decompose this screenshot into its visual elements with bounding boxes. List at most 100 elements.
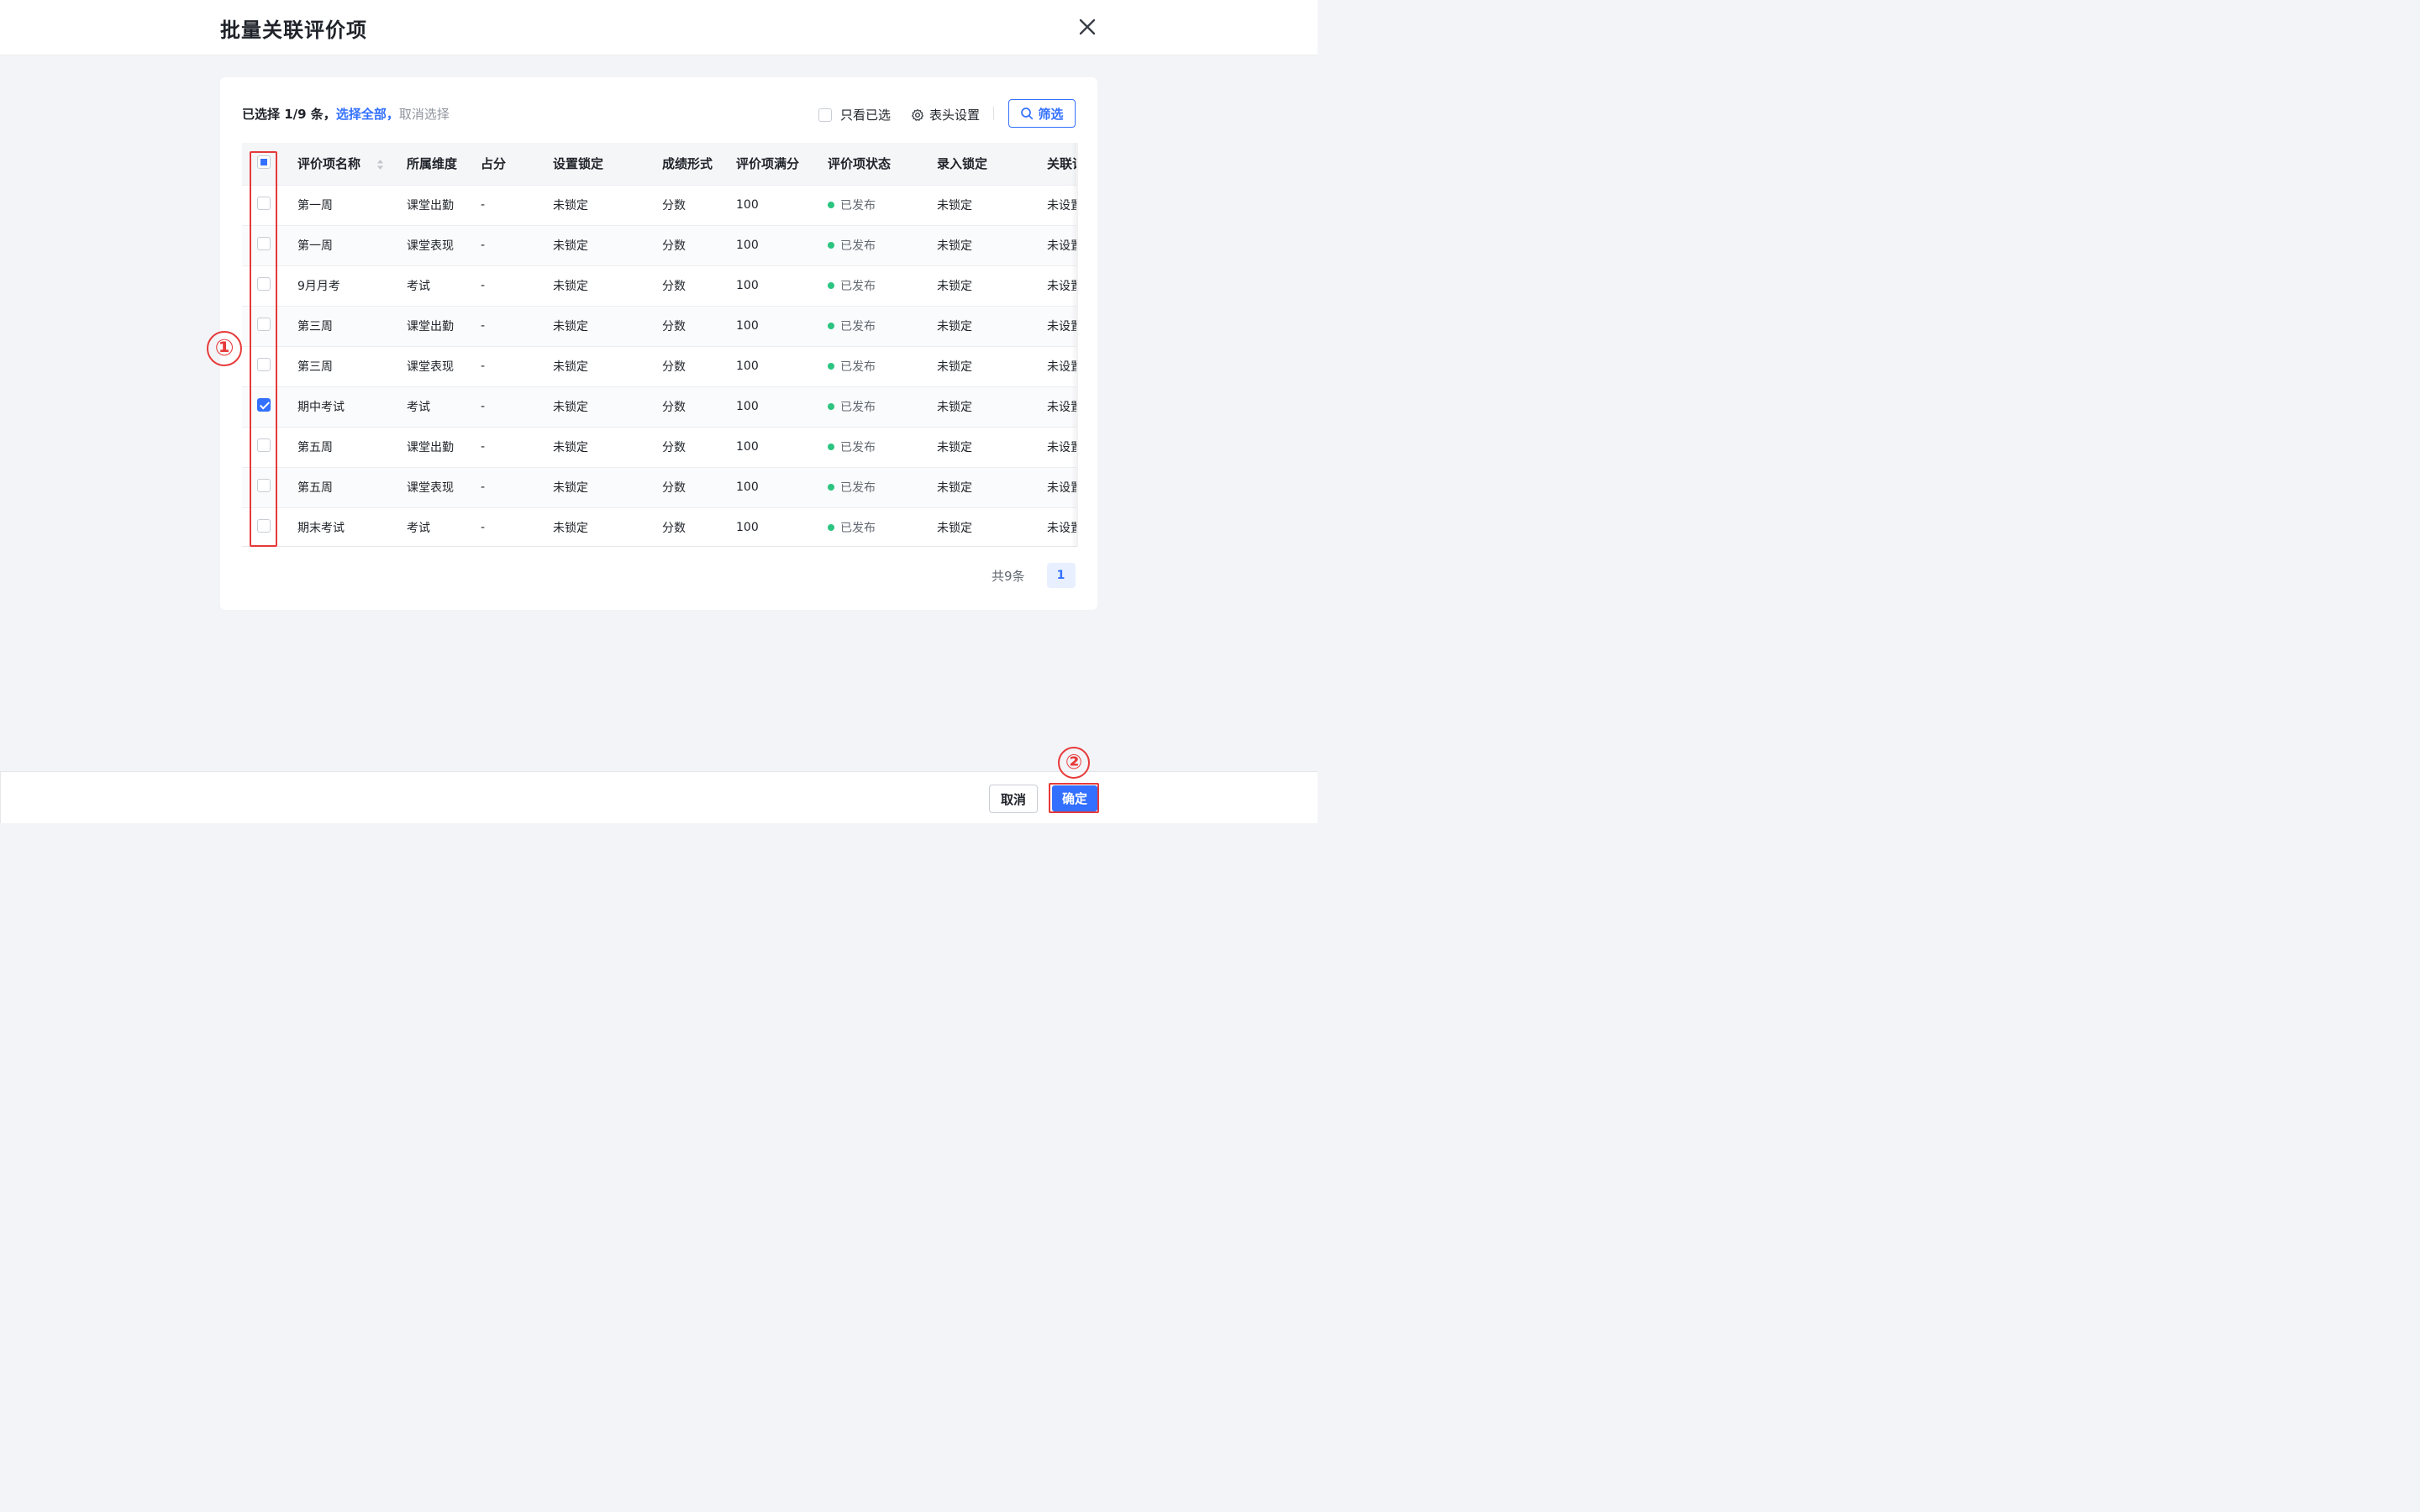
cell-linked: 未设置 — [1047, 224, 1076, 265]
cancel-button[interactable]: 取消 — [989, 785, 1038, 813]
row-checkbox[interactable] — [257, 358, 271, 371]
row-checkbox-cell — [242, 224, 297, 265]
column-header-label: 评价项名称 — [297, 156, 361, 172]
cancel-selection-link[interactable]: 取消选择 — [399, 107, 450, 122]
cell-dimension: 课堂表现 — [407, 345, 481, 386]
cell-status: 已发布 — [828, 305, 937, 346]
column-header-name[interactable]: 评价项名称 — [297, 143, 407, 185]
status-label: 已发布 — [840, 401, 876, 414]
table-row[interactable]: 第一周课堂出勤-未锁定分数100已发布未锁定未设置 — [242, 184, 1076, 225]
row-checkbox[interactable] — [257, 479, 271, 492]
row-checkbox[interactable] — [257, 237, 271, 250]
cell-score-share: - — [481, 345, 553, 386]
cell-status: 已发布 — [828, 386, 937, 427]
table-row[interactable]: 期中考试考试-未锁定分数100已发布未锁定未设置 — [242, 386, 1076, 427]
cell-status: 已发布 — [828, 345, 937, 386]
cell-dimension: 课堂出勤 — [407, 426, 481, 467]
toolbar-divider — [993, 107, 994, 120]
cell-linked: 未设置 — [1047, 426, 1076, 467]
cell-dimension: 考试 — [407, 265, 481, 306]
column-header-lock-setting: 设置锁定 — [553, 143, 662, 185]
only-selected-checkbox[interactable] — [818, 108, 832, 122]
cell-status: 已发布 — [828, 507, 937, 546]
cell-entry-lock: 未锁定 — [937, 224, 1047, 265]
select-all-link[interactable]: 选择全部， — [336, 107, 399, 122]
only-selected-toggle[interactable]: 只看已选 — [818, 106, 891, 123]
cell-dimension: 课堂出勤 — [407, 184, 481, 225]
cell-entry-lock: 未锁定 — [937, 184, 1047, 225]
row-checkbox[interactable] — [257, 438, 271, 452]
table-row[interactable]: 第一周课堂表现-未锁定分数100已发布未锁定未设置 — [242, 224, 1076, 265]
cell-full-score: 100 — [736, 265, 828, 306]
page-button-current[interactable]: 1 — [1046, 563, 1076, 588]
cell-score-share: - — [481, 265, 553, 306]
row-checkbox[interactable] — [257, 519, 271, 533]
status-label: 已发布 — [840, 360, 876, 374]
cell-score-share: - — [481, 184, 553, 225]
status-dot-icon — [828, 323, 834, 329]
cell-entry-lock: 未锁定 — [937, 426, 1047, 467]
column-settings-button[interactable]: 表头设置 — [911, 106, 980, 123]
cell-grade-form: 分数 — [662, 386, 736, 427]
table-row[interactable]: 期末考试考试-未锁定分数100已发布未锁定未设置 — [242, 507, 1076, 546]
cell-entry-lock: 未锁定 — [937, 507, 1047, 546]
cell-full-score: 100 — [736, 345, 828, 386]
row-checkbox[interactable] — [257, 318, 271, 331]
cell-linked: 未设置 — [1047, 305, 1076, 346]
row-checkbox[interactable] — [257, 398, 271, 412]
filter-button[interactable]: 筛选 — [1008, 99, 1076, 128]
cell-lock-setting: 未锁定 — [553, 224, 662, 265]
row-checkbox-cell — [242, 305, 297, 346]
cell-item-name: 第一周 — [297, 184, 407, 225]
row-checkbox[interactable] — [257, 277, 271, 291]
selection-summary: 已选择 1/9 条，选择全部，取消选择 — [242, 105, 450, 123]
cell-entry-lock: 未锁定 — [937, 345, 1047, 386]
status-label: 已发布 — [840, 522, 876, 536]
select-all-checkbox[interactable] — [257, 155, 271, 169]
cell-lock-setting: 未锁定 — [553, 426, 662, 467]
row-checkbox-cell — [242, 426, 297, 467]
row-checkbox-cell — [242, 466, 297, 507]
cell-lock-setting: 未锁定 — [553, 386, 662, 427]
cell-lock-setting: 未锁定 — [553, 466, 662, 507]
cell-grade-form: 分数 — [662, 224, 736, 265]
table-header-row: 评价项名称 所属维度 占分 设置锁定 成绩形式 评价项满分 评价项状态 录入锁定… — [242, 143, 1076, 185]
cell-entry-lock: 未锁定 — [937, 466, 1047, 507]
cell-grade-form: 分数 — [662, 426, 736, 467]
cell-linked: 未设置 — [1047, 184, 1076, 225]
sort-icon[interactable] — [376, 159, 384, 171]
cell-item-name: 期末考试 — [297, 507, 407, 546]
table-row[interactable]: 第五周课堂表现-未锁定分数100已发布未锁定未设置 — [242, 466, 1076, 507]
row-checkbox[interactable] — [257, 197, 271, 210]
row-checkbox-cell — [242, 386, 297, 427]
status-dot-icon — [828, 282, 834, 289]
status-dot-icon — [828, 444, 834, 450]
cell-status: 已发布 — [828, 466, 937, 507]
cell-linked: 未设置 — [1047, 265, 1076, 306]
cell-score-share: - — [481, 466, 553, 507]
total-count: 共9条 — [992, 568, 1025, 584]
table-row[interactable]: 第三周课堂出勤-未锁定分数100已发布未锁定未设置 — [242, 305, 1076, 346]
column-header-score-share: 占分 — [481, 143, 553, 185]
column-header-linked: 关联证 — [1047, 143, 1076, 185]
row-checkbox-cell — [242, 507, 297, 546]
cell-score-share: - — [481, 507, 553, 546]
column-header-status: 评价项状态 — [828, 143, 937, 185]
cell-full-score: 100 — [736, 224, 828, 265]
cell-lock-setting: 未锁定 — [553, 305, 662, 346]
status-dot-icon — [828, 242, 834, 249]
confirm-button[interactable]: 确定 — [1052, 785, 1097, 811]
table-row[interactable]: 第三周课堂表现-未锁定分数100已发布未锁定未设置 — [242, 345, 1076, 386]
table-row[interactable]: 第五周课堂出勤-未锁定分数100已发布未锁定未设置 — [242, 426, 1076, 467]
cell-status: 已发布 — [828, 224, 937, 265]
table-row[interactable]: 9月月考考试-未锁定分数100已发布未锁定未设置 — [242, 265, 1076, 306]
cell-item-name: 第一周 — [297, 224, 407, 265]
cell-lock-setting: 未锁定 — [553, 265, 662, 306]
close-icon[interactable] — [1076, 15, 1099, 39]
dialog-footer: 取消 确定 — [0, 771, 1318, 823]
cell-score-share: - — [481, 426, 553, 467]
selected-count: 已选择 1/9 条， — [242, 107, 336, 122]
status-dot-icon — [828, 403, 834, 410]
status-dot-icon — [828, 363, 834, 370]
cell-lock-setting: 未锁定 — [553, 345, 662, 386]
